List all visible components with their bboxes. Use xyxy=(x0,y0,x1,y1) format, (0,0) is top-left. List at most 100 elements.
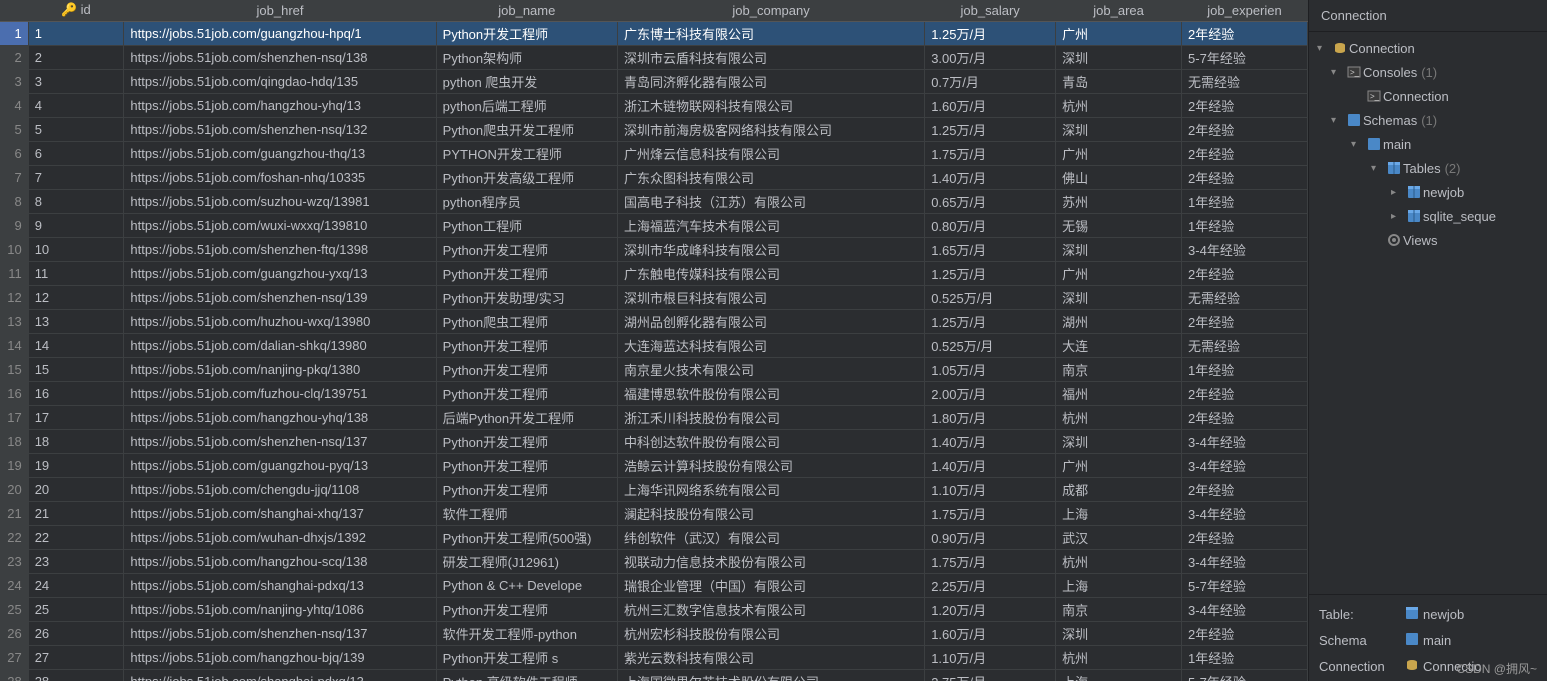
cell-name[interactable]: Python开发工程师 xyxy=(436,429,617,453)
cell-name[interactable]: 软件开发工程师-python xyxy=(436,621,617,645)
cell-href[interactable]: https://jobs.51job.com/suzhou-wzq/13981 xyxy=(124,189,436,213)
cell-area[interactable]: 深圳 xyxy=(1056,117,1182,141)
cell-area[interactable]: 上海 xyxy=(1056,501,1182,525)
cell-href[interactable]: https://jobs.51job.com/hangzhou-bjq/139 xyxy=(124,645,436,669)
row-number[interactable]: 4 xyxy=(0,93,28,117)
cell-id[interactable]: 21 xyxy=(28,501,124,525)
table-row[interactable]: 1111https://jobs.51job.com/guangzhou-yxq… xyxy=(0,261,1308,285)
cell-exp[interactable]: 2年经验 xyxy=(1182,405,1308,429)
cell-name[interactable]: 研发工程师(J12961) xyxy=(436,549,617,573)
table-row[interactable]: 44https://jobs.51job.com/hangzhou-yhq/13… xyxy=(0,93,1308,117)
cell-area[interactable]: 杭州 xyxy=(1056,549,1182,573)
db-tree[interactable]: ▾Connection▾>_Consoles(1)>_Connection▾Sc… xyxy=(1309,32,1547,594)
cell-area[interactable]: 深圳 xyxy=(1056,237,1182,261)
cell-salary[interactable]: 1.25万/月 xyxy=(925,117,1056,141)
cell-company[interactable]: 视联动力信息技术股份有限公司 xyxy=(617,549,924,573)
cell-salary[interactable]: 1.40万/月 xyxy=(925,453,1056,477)
table-row[interactable]: 22https://jobs.51job.com/shenzhen-nsq/13… xyxy=(0,45,1308,69)
cell-area[interactable]: 苏州 xyxy=(1056,189,1182,213)
cell-salary[interactable]: 1.75万/月 xyxy=(925,549,1056,573)
table-row[interactable]: 1313https://jobs.51job.com/huzhou-wxq/13… xyxy=(0,309,1308,333)
cell-exp[interactable]: 2年经验 xyxy=(1182,261,1308,285)
row-number[interactable]: 26 xyxy=(0,621,28,645)
cell-exp[interactable]: 1年经验 xyxy=(1182,213,1308,237)
cell-company[interactable]: 中科创达软件股份有限公司 xyxy=(617,429,924,453)
cell-name[interactable]: Python开发工程师 xyxy=(436,357,617,381)
tree-item-main[interactable]: ▾main xyxy=(1309,132,1547,156)
cell-area[interactable]: 深圳 xyxy=(1056,621,1182,645)
row-number[interactable]: 24 xyxy=(0,573,28,597)
cell-href[interactable]: https://jobs.51job.com/guangzhou-yxq/13 xyxy=(124,261,436,285)
cell-exp[interactable]: 2年经验 xyxy=(1182,477,1308,501)
cell-salary[interactable]: 1.40万/月 xyxy=(925,165,1056,189)
cell-company[interactable]: 大连海蓝达科技有限公司 xyxy=(617,333,924,357)
cell-company[interactable]: 紫光云数科技有限公司 xyxy=(617,645,924,669)
cell-company[interactable]: 浙江禾川科技股份有限公司 xyxy=(617,405,924,429)
row-number[interactable]: 28 xyxy=(0,669,28,681)
cell-area[interactable]: 上海 xyxy=(1056,669,1182,681)
cell-area[interactable]: 深圳 xyxy=(1056,285,1182,309)
cell-company[interactable]: 广东博士科技有限公司 xyxy=(617,21,924,45)
cell-company[interactable]: 青岛同济孵化器有限公司 xyxy=(617,69,924,93)
cell-name[interactable]: Python 高级软件工程师 xyxy=(436,669,617,681)
table-row[interactable]: 1919https://jobs.51job.com/guangzhou-pyq… xyxy=(0,453,1308,477)
chevron-icon[interactable]: ▾ xyxy=(1331,67,1345,78)
cell-name[interactable]: Python开发工程师 xyxy=(436,381,617,405)
cell-name[interactable]: Python架构师 xyxy=(436,45,617,69)
cell-href[interactable]: https://jobs.51job.com/shenzhen-nsq/137 xyxy=(124,621,436,645)
cell-id[interactable]: 12 xyxy=(28,285,124,309)
table-row[interactable]: 1818https://jobs.51job.com/shenzhen-nsq/… xyxy=(0,429,1308,453)
cell-id[interactable]: 11 xyxy=(28,261,124,285)
cell-company[interactable]: 上海华讯网络系统有限公司 xyxy=(617,477,924,501)
cell-href[interactable]: https://jobs.51job.com/wuxi-wxxq/139810 xyxy=(124,213,436,237)
cell-area[interactable]: 湖州 xyxy=(1056,309,1182,333)
cell-salary[interactable]: 2.00万/月 xyxy=(925,381,1056,405)
cell-area[interactable]: 大连 xyxy=(1056,333,1182,357)
cell-href[interactable]: https://jobs.51job.com/shenzhen-ftq/1398 xyxy=(124,237,436,261)
cell-company[interactable]: 纬创软件（武汉）有限公司 xyxy=(617,525,924,549)
cell-company[interactable]: 广州烽云信息科技有限公司 xyxy=(617,141,924,165)
table-row[interactable]: 1515https://jobs.51job.com/nanjing-pkq/1… xyxy=(0,357,1308,381)
table-row[interactable]: 1616https://jobs.51job.com/fuzhou-clq/13… xyxy=(0,381,1308,405)
cell-exp[interactable]: 2年经验 xyxy=(1182,381,1308,405)
row-number[interactable]: 13 xyxy=(0,309,28,333)
cell-company[interactable]: 国高电子科技（江苏）有限公司 xyxy=(617,189,924,213)
chevron-icon[interactable]: ▸ xyxy=(1391,211,1405,222)
cell-salary[interactable]: 0.80万/月 xyxy=(925,213,1056,237)
table-row[interactable]: 1717https://jobs.51job.com/hangzhou-yhq/… xyxy=(0,405,1308,429)
row-number[interactable]: 12 xyxy=(0,285,28,309)
cell-exp[interactable]: 无需经验 xyxy=(1182,285,1308,309)
cell-href[interactable]: https://jobs.51job.com/guangzhou-pyq/13 xyxy=(124,453,436,477)
cell-name[interactable]: Python开发高级工程师 xyxy=(436,165,617,189)
cell-exp[interactable]: 2年经验 xyxy=(1182,141,1308,165)
cell-salary[interactable]: 1.80万/月 xyxy=(925,405,1056,429)
cell-area[interactable]: 南京 xyxy=(1056,357,1182,381)
cell-href[interactable]: https://jobs.51job.com/hangzhou-yhq/13 xyxy=(124,93,436,117)
cell-area[interactable]: 成都 xyxy=(1056,477,1182,501)
table-row[interactable]: 2020https://jobs.51job.com/chengdu-jjq/1… xyxy=(0,477,1308,501)
cell-href[interactable]: https://jobs.51job.com/guangzhou-thq/13 xyxy=(124,141,436,165)
cell-id[interactable]: 19 xyxy=(28,453,124,477)
cell-id[interactable]: 4 xyxy=(28,93,124,117)
cell-id[interactable]: 26 xyxy=(28,621,124,645)
cell-id[interactable]: 7 xyxy=(28,165,124,189)
cell-area[interactable]: 佛山 xyxy=(1056,165,1182,189)
chevron-icon[interactable]: ▾ xyxy=(1371,163,1385,174)
cell-id[interactable]: 6 xyxy=(28,141,124,165)
cell-area[interactable]: 杭州 xyxy=(1056,645,1182,669)
cell-name[interactable]: Python开发工程师 s xyxy=(436,645,617,669)
table-row[interactable]: 2222https://jobs.51job.com/wuhan-dhxjs/1… xyxy=(0,525,1308,549)
table-row[interactable]: 2626https://jobs.51job.com/shenzhen-nsq/… xyxy=(0,621,1308,645)
cell-salary[interactable]: 1.05万/月 xyxy=(925,357,1056,381)
cell-name[interactable]: Python开发工程师 xyxy=(436,453,617,477)
cell-href[interactable]: https://jobs.51job.com/wuhan-dhxjs/1392 xyxy=(124,525,436,549)
row-number[interactable]: 2 xyxy=(0,45,28,69)
cell-salary[interactable]: 1.25万/月 xyxy=(925,21,1056,45)
cell-salary[interactable]: 1.10万/月 xyxy=(925,645,1056,669)
cell-exp[interactable]: 3-4年经验 xyxy=(1182,429,1308,453)
row-number[interactable]: 8 xyxy=(0,189,28,213)
cell-id[interactable]: 2 xyxy=(28,45,124,69)
cell-company[interactable]: 深圳市前海房极客网络科技有限公司 xyxy=(617,117,924,141)
cell-exp[interactable]: 5-7年经验 xyxy=(1182,669,1308,681)
cell-salary[interactable]: 1.25万/月 xyxy=(925,261,1056,285)
